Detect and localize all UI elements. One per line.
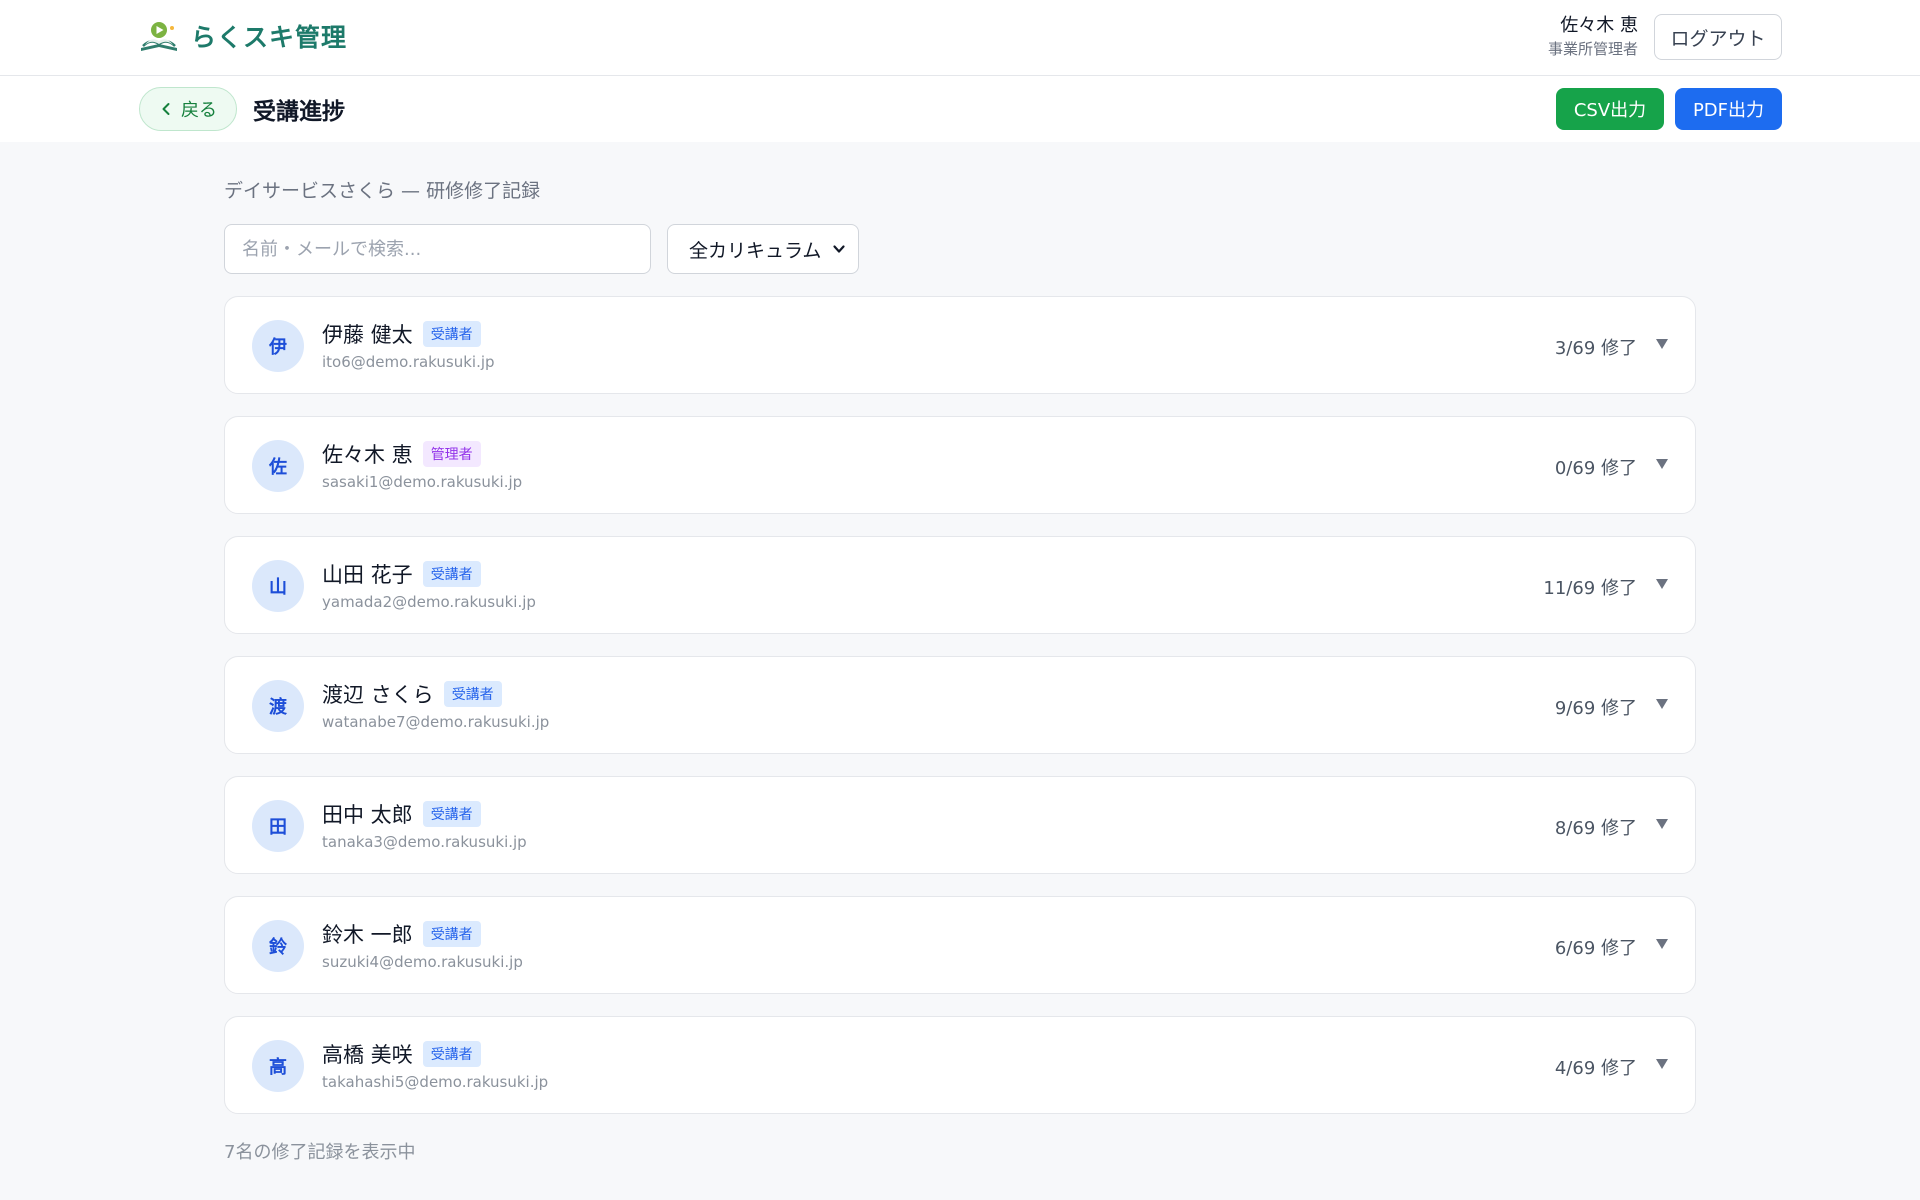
expand-triangle-icon[interactable]: [1655, 338, 1669, 350]
role-badge: 受講者: [422, 561, 481, 587]
expand-triangle-icon[interactable]: [1655, 458, 1669, 470]
brand[interactable]: らくスキ管理: [139, 18, 347, 54]
member-name: 渡辺 さくら: [322, 683, 434, 707]
curriculum-selected-value: 全カリキュラム: [689, 239, 822, 262]
result-count: 7名の修了記録を表示中: [224, 1142, 416, 1163]
progress-count: 3/69 修了: [1554, 338, 1637, 359]
name-row: 高橋 美咲 受講者: [322, 1039, 481, 1069]
progress-count: 11/69 修了: [1543, 578, 1637, 599]
expand-triangle-icon[interactable]: [1655, 818, 1669, 830]
name-row: 伊藤 健太 受講者: [322, 319, 481, 349]
name-row: 渡辺 さくら 受講者: [322, 679, 502, 709]
avatar: 鈴: [252, 920, 304, 972]
app-name: らくスキ管理: [191, 23, 348, 52]
page-title: 受講進捗: [253, 99, 345, 125]
role-badge: 受講者: [422, 921, 481, 947]
avatar: 高: [252, 1040, 304, 1092]
name-row: 佐々木 恵 管理者: [322, 439, 481, 469]
curriculum-select[interactable]: 全カリキュラム: [667, 224, 859, 274]
expand-triangle-icon[interactable]: [1655, 698, 1669, 710]
sub-header: 戻る 受講進捗 CSV出力 PDF出力: [0, 76, 1920, 142]
avatar: 伊: [252, 320, 304, 372]
chevron-left-icon: [162, 103, 170, 115]
member-card[interactable]: 高 高橋 美咲 受講者 takahashi5@demo.rakusuki.jp …: [224, 1016, 1696, 1114]
member-card[interactable]: 渡 渡辺 さくら 受講者 watanabe7@demo.rakusuki.jp …: [224, 656, 1696, 754]
member-email: sasaki1@demo.rakusuki.jp: [322, 473, 523, 491]
back-button[interactable]: 戻る: [139, 87, 237, 131]
member-card[interactable]: 田 田中 太郎 受講者 tanaka3@demo.rakusuki.jp 8/6…: [224, 776, 1696, 874]
back-label: 戻る: [181, 100, 217, 121]
logout-button[interactable]: ログアウト: [1654, 14, 1782, 60]
member-email: watanabe7@demo.rakusuki.jp: [322, 713, 550, 731]
role-badge: 管理者: [422, 441, 481, 467]
member-card[interactable]: 鈴 鈴木 一郎 受講者 suzuki4@demo.rakusuki.jp 6/6…: [224, 896, 1696, 994]
member-email: ito6@demo.rakusuki.jp: [322, 353, 495, 371]
member-email: yamada2@demo.rakusuki.jp: [322, 593, 536, 611]
pdf-export-button[interactable]: PDF出力: [1675, 88, 1782, 130]
member-name: 田中 太郎: [322, 803, 413, 827]
progress-count: 6/69 修了: [1554, 938, 1637, 959]
member-name: 山田 花子: [322, 563, 413, 587]
user-info: 佐々木 恵 事業所管理者: [1548, 14, 1638, 60]
book-logo-icon: [141, 22, 177, 51]
role-badge: 受講者: [443, 681, 502, 707]
member-list: 伊 伊藤 健太 受講者 ito6@demo.rakusuki.jp 3/69 修…: [224, 296, 1696, 1136]
member-card[interactable]: 山 山田 花子 受講者 yamada2@demo.rakusuki.jp 11/…: [224, 536, 1696, 634]
org-label: デイサービスさくら — 研修修了記録: [224, 180, 541, 202]
expand-triangle-icon[interactable]: [1655, 1058, 1669, 1070]
member-email: tanaka3@demo.rakusuki.jp: [322, 833, 527, 851]
member-name: 鈴木 一郎: [322, 923, 413, 947]
progress-count: 0/69 修了: [1554, 458, 1637, 479]
progress-count: 8/69 修了: [1554, 818, 1637, 839]
progress-count: 4/69 修了: [1554, 1058, 1637, 1079]
progress-count: 9/69 修了: [1554, 698, 1637, 719]
user-role: 事業所管理者: [1547, 40, 1638, 58]
name-row: 山田 花子 受講者: [322, 559, 481, 589]
avatar: 渡: [252, 680, 304, 732]
member-name: 伊藤 健太: [322, 323, 413, 347]
member-name: 佐々木 恵: [322, 443, 413, 467]
csv-export-button[interactable]: CSV出力: [1556, 88, 1664, 130]
search-input[interactable]: [224, 224, 651, 274]
member-card[interactable]: 佐 佐々木 恵 管理者 sasaki1@demo.rakusuki.jp 0/6…: [224, 416, 1696, 514]
member-card[interactable]: 伊 伊藤 健太 受講者 ito6@demo.rakusuki.jp 3/69 修…: [224, 296, 1696, 394]
role-badge: 受講者: [422, 321, 481, 347]
role-badge: 受講者: [422, 1041, 481, 1067]
avatar: 山: [252, 560, 304, 612]
role-badge: 受講者: [422, 801, 481, 827]
top-bar: らくスキ管理 佐々木 恵 事業所管理者 ログアウト: [0, 0, 1920, 76]
avatar: 佐: [252, 440, 304, 492]
expand-triangle-icon[interactable]: [1655, 938, 1669, 950]
chevron-down-icon: [833, 245, 845, 253]
member-email: takahashi5@demo.rakusuki.jp: [322, 1073, 549, 1091]
avatar: 田: [252, 800, 304, 852]
name-row: 鈴木 一郎 受講者: [322, 919, 481, 949]
name-row: 田中 太郎 受講者: [322, 799, 481, 829]
member-name: 高橋 美咲: [322, 1043, 413, 1067]
member-email: suzuki4@demo.rakusuki.jp: [322, 953, 523, 971]
expand-triangle-icon[interactable]: [1655, 578, 1669, 590]
user-name: 佐々木 恵: [1560, 15, 1638, 36]
